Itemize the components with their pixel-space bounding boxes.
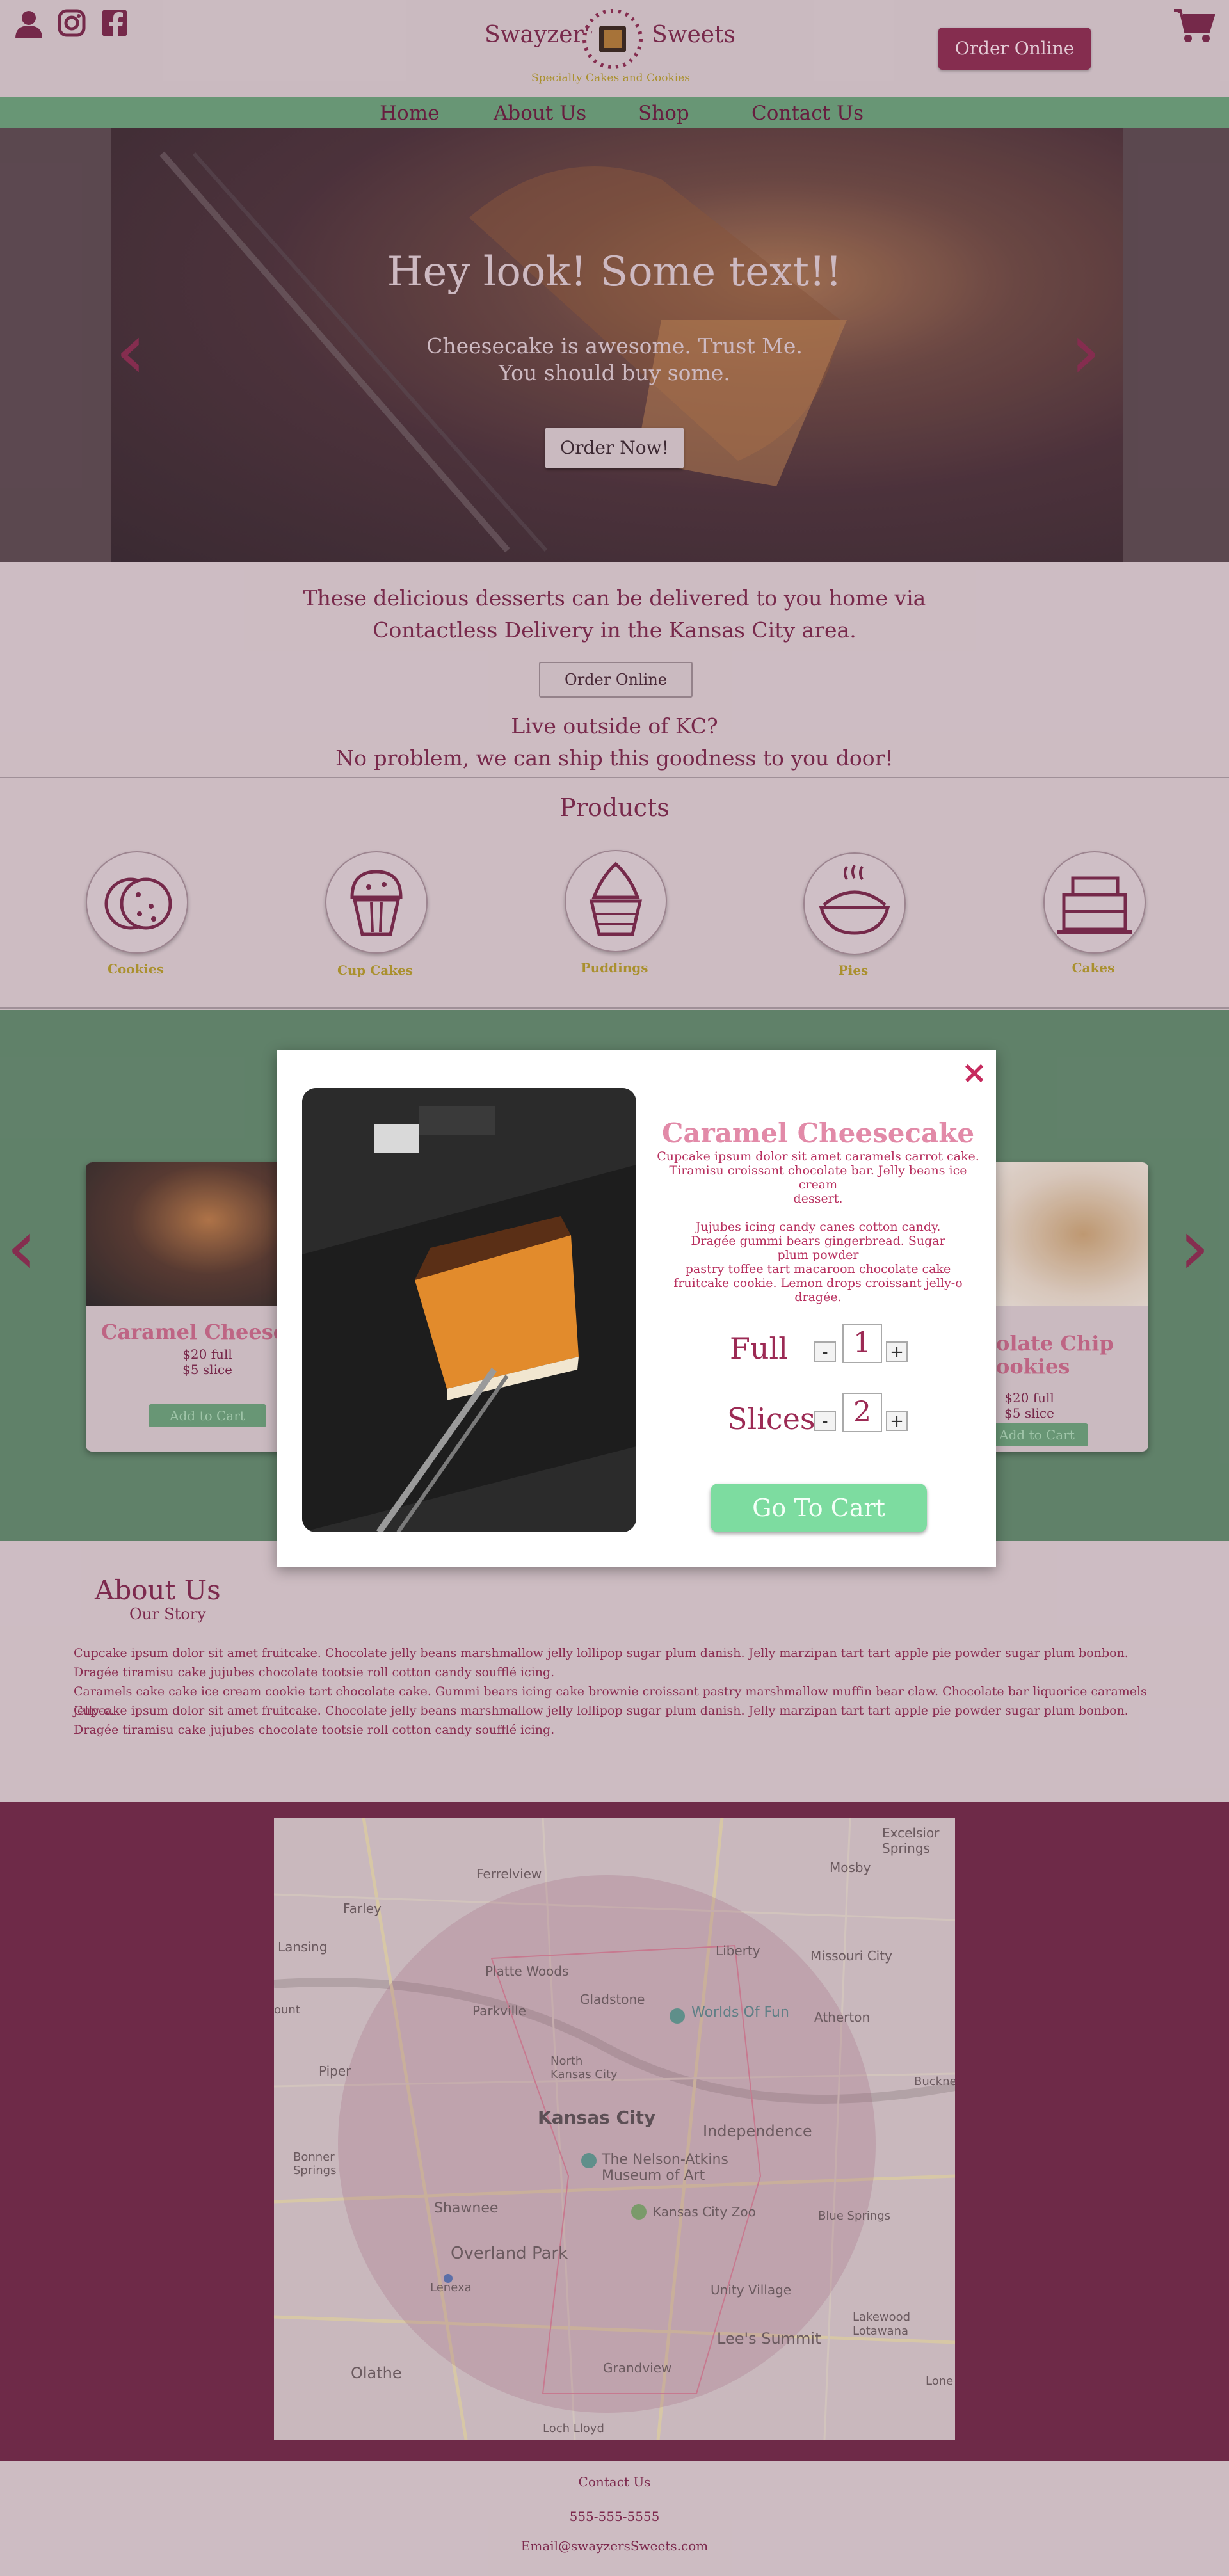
footer-contact-heading: Contact Us bbox=[578, 2474, 651, 2490]
desc-line: pastry toffee tart macaroon chocolate ca… bbox=[685, 1262, 951, 1276]
map-label: Missouri City bbox=[810, 1948, 892, 1964]
modal-product-title: Caramel Cheesecake bbox=[661, 1117, 975, 1149]
map-label: Buckne bbox=[914, 2075, 955, 2088]
map-label: Lakewood bbox=[853, 2310, 911, 2324]
map-label: Ferrelview bbox=[476, 1866, 542, 1882]
go-to-cart-button[interactable]: Go To Cart bbox=[711, 1484, 927, 1532]
map-label: Gladstone bbox=[580, 1992, 645, 2007]
map-label: Lotawana bbox=[853, 2324, 909, 2338]
map-label: Atherton bbox=[814, 2010, 871, 2025]
map-label: Mosby bbox=[830, 1860, 871, 1875]
map-label: Overland Park bbox=[451, 2244, 568, 2263]
about-paragraph-3: Cupcake ipsum dolor sit amet fruitcake. … bbox=[74, 1704, 1129, 1737]
map-label: Excelsior Springs bbox=[882, 1825, 940, 1856]
map-label: North Kansas City bbox=[550, 2054, 618, 2081]
map-label: Lee's Summit bbox=[717, 2330, 821, 2348]
modal-description-2: Jujubes icing candy canes cotton candy. … bbox=[657, 1220, 979, 1304]
map-label: Farley bbox=[343, 1901, 382, 1916]
map-label: Parkville bbox=[472, 2003, 527, 2019]
map-label: Loch Lloyd bbox=[543, 2422, 604, 2435]
map-label: Lenexa bbox=[430, 2281, 472, 2294]
desc-line: Dragée gummi bears gingerbread. Sugar bbox=[691, 1234, 945, 1248]
desc-line: plum powder bbox=[777, 1248, 859, 1262]
desc-line: Cupcake ipsum dolor sit amet caramels ca… bbox=[657, 1149, 979, 1164]
map-label: Kansas City bbox=[538, 2107, 656, 2128]
map-label: Olathe bbox=[351, 2364, 402, 2382]
slices-quantity-input[interactable]: 2 bbox=[842, 1393, 882, 1432]
map-label: Worlds Of Fun bbox=[691, 2004, 789, 2020]
about-paragraph-1: Cupcake ipsum dolor sit amet fruitcake. … bbox=[74, 1646, 1129, 1679]
slices-decrement-button[interactable]: - bbox=[814, 1411, 836, 1431]
map-label: Unity Village bbox=[711, 2282, 792, 2298]
desc-line: dessert. bbox=[793, 1192, 843, 1206]
map-label: Lansing bbox=[278, 1939, 328, 1955]
map-label: The Nelson-Atkins Museum of Art bbox=[602, 2152, 728, 2184]
map-label: Lone bbox=[926, 2374, 954, 2388]
modal-description-1: Cupcake ipsum dolor sit amet caramels ca… bbox=[657, 1149, 979, 1206]
map-label: Blue Springs bbox=[818, 2209, 891, 2223]
map-label: Grandview bbox=[603, 2360, 672, 2376]
desc-line: fruitcake cookie. Lemon drops croissant … bbox=[673, 1276, 963, 1304]
footer-email[interactable]: Email@swayzersSweets.com bbox=[0, 2538, 1229, 2554]
delivery-area-map[interactable]: Excelsior Springs Mosby Ferrelview Farle… bbox=[274, 1818, 955, 2440]
map-label: Independence bbox=[703, 2122, 812, 2140]
map-label: Piper bbox=[319, 2063, 351, 2079]
slices-label: Slices bbox=[727, 1402, 815, 1436]
footer-phone[interactable]: 555-555-5555 bbox=[0, 2509, 1229, 2524]
slices-increment-button[interactable]: + bbox=[886, 1411, 908, 1431]
full-quantity-input[interactable]: 1 bbox=[842, 1324, 882, 1363]
close-icon[interactable]: × bbox=[961, 1055, 987, 1091]
map-label: Shawnee bbox=[434, 2200, 499, 2216]
desc-line: Jujubes icing candy canes cotton candy. bbox=[695, 1220, 941, 1234]
full-increment-button[interactable]: + bbox=[886, 1341, 908, 1362]
desc-line: Tiramisu croissant chocolate bar. Jelly … bbox=[669, 1164, 967, 1192]
full-decrement-button[interactable]: - bbox=[814, 1341, 836, 1362]
map-label: Platte Woods bbox=[485, 1964, 569, 1979]
map-label: Kansas City Zoo bbox=[653, 2204, 756, 2220]
full-label: Full bbox=[730, 1331, 788, 1366]
about-title: About Us bbox=[95, 1574, 221, 1606]
map-label: Liberty bbox=[716, 1943, 760, 1958]
map-label: Bonner Springs bbox=[293, 2150, 337, 2177]
modal-product-image bbox=[302, 1088, 636, 1532]
about-subtitle: Our Story bbox=[129, 1605, 206, 1623]
map-label: ount bbox=[274, 2003, 300, 2017]
